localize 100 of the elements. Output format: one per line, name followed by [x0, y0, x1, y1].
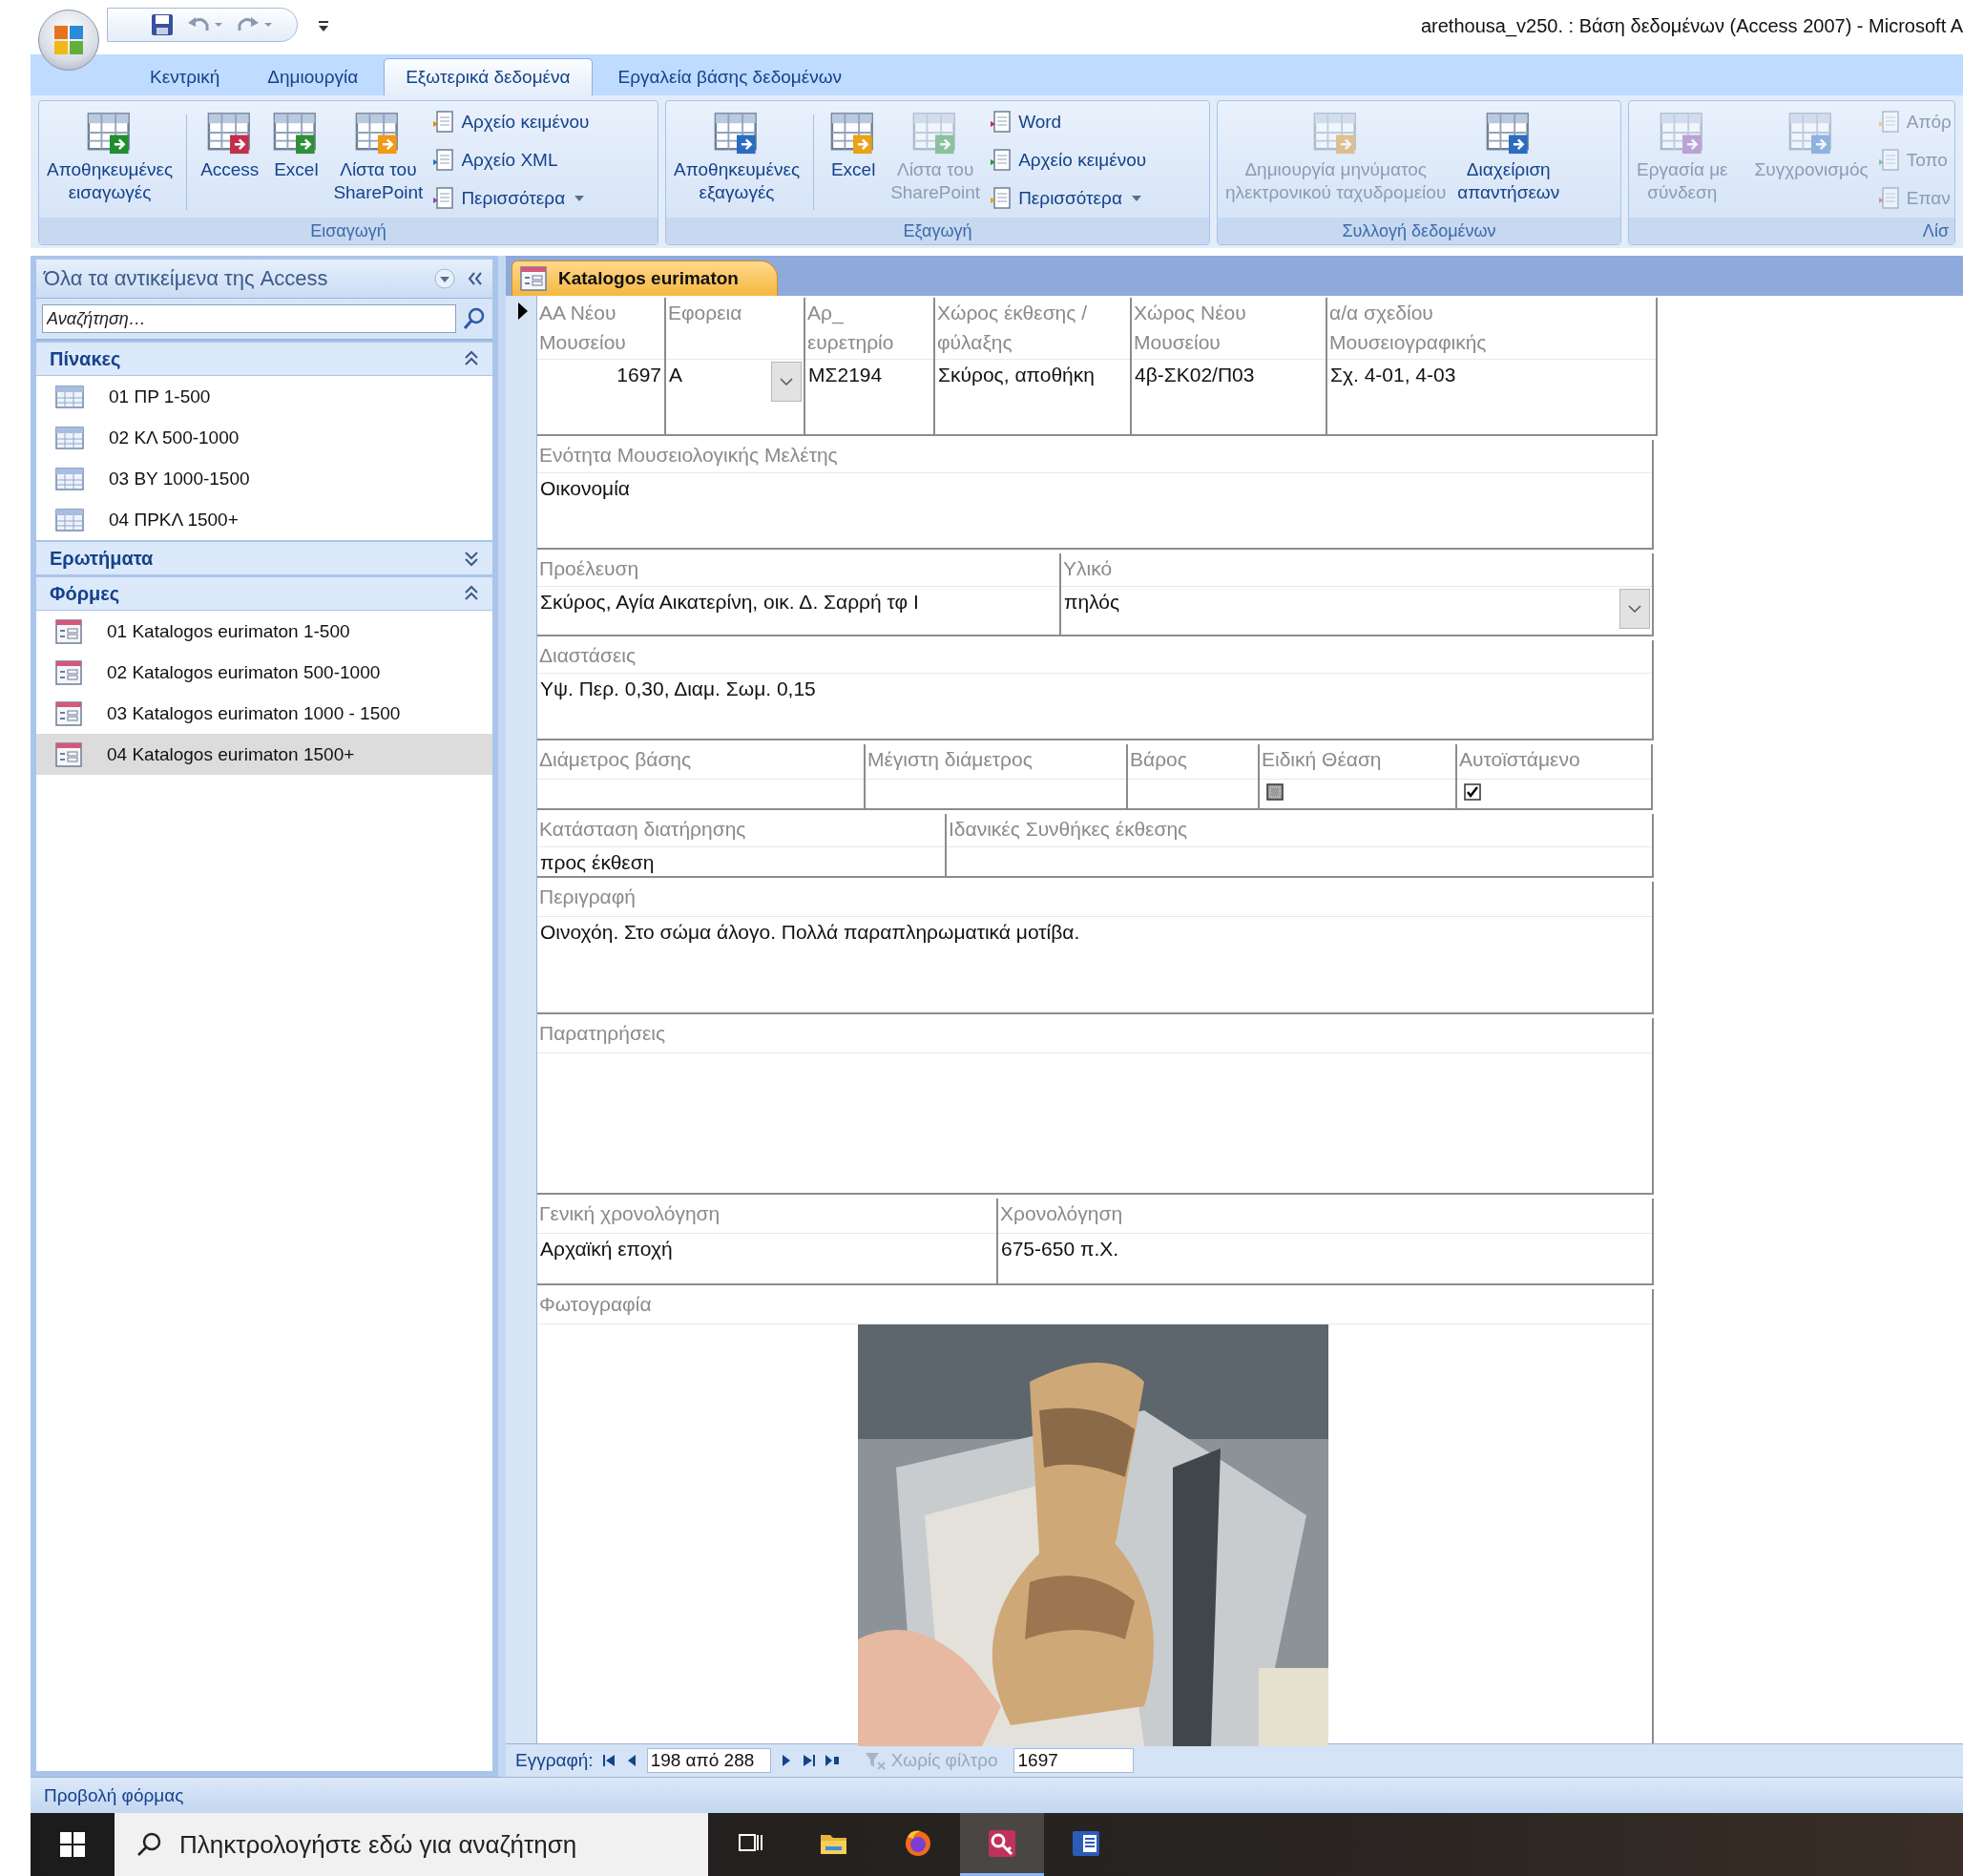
group-header[interactable]: Ερωτήματα	[36, 540, 492, 575]
field-label: Εφορεια	[667, 301, 742, 325]
ribbon-button[interactable]: Excel	[824, 105, 884, 183]
field-label: Φωτογραφία	[538, 1292, 652, 1317]
text-field[interactable]: προς έκθεση	[537, 847, 945, 876]
chevron-icon	[464, 585, 479, 602]
table-icon	[55, 385, 84, 408]
chevron-icon	[1628, 604, 1641, 614]
ribbon-button[interactable]: Διαχείριση απαντήσεων	[1453, 105, 1564, 206]
filter-icon	[864, 1751, 886, 1770]
field-label: Κατάσταση διατήρησης	[538, 817, 746, 842]
field-label: Περιγραφή	[538, 885, 637, 909]
group-header[interactable]: Φόρμες	[36, 575, 492, 611]
nav-item[interactable]: 04 ΠΡΚΛ 1500+	[36, 499, 492, 540]
form-icon	[520, 266, 547, 291]
text-field[interactable]: Αρχαϊκή εποχή	[537, 1234, 996, 1283]
chevron-icon	[464, 550, 479, 567]
new-record-icon[interactable]	[824, 1753, 840, 1768]
text-field[interactable]: Σχ. 4-01, 4-03	[1327, 360, 1656, 434]
text-field[interactable]: Οινοχόη. Στο σώμα άλογο. Πολλά παραπληρωματικά μοτίβα.	[537, 917, 1652, 1012]
ribbon-button[interactable]: Περισσότερα	[988, 181, 1149, 216]
search-placeholder: Πληκτρολογήστε εδώ για αναζήτηση	[179, 1829, 577, 1860]
table-icon	[55, 467, 84, 490]
caret-icon	[1131, 196, 1141, 201]
checkbox[interactable]	[1266, 783, 1284, 801]
combo-field[interactable]: Α	[666, 360, 804, 434]
first-record-icon[interactable]	[600, 1753, 616, 1768]
field-label: Υλικό	[1062, 556, 1113, 581]
save-icon[interactable]	[150, 12, 175, 37]
window-title: arethousa_v250. : Βάση δεδομένων (Access 2007) - Microsoft A	[1420, 15, 1963, 37]
form-icon	[55, 700, 82, 726]
dropdown-icon[interactable]	[433, 267, 456, 290]
checkbox[interactable]	[1464, 783, 1481, 801]
record-position-field[interactable]: 198 από 288	[646, 1748, 771, 1773]
text-field[interactable]: Οικονομία	[537, 473, 1652, 548]
text-field[interactable]: Υψ. Περ. 0,30, Διαμ. Σωμ. 0,15	[537, 674, 1652, 739]
text-field[interactable]: ΜΣ2194	[805, 360, 933, 434]
text-field[interactable]: 675-650 π.Χ.	[998, 1234, 1652, 1283]
ribbon-button[interactable]: Word	[988, 105, 1149, 139]
text-field[interactable]: 1697	[537, 360, 664, 434]
ribbon-button[interactable]: Αποθηκευμένες εισαγωγές	[43, 105, 178, 206]
record-label: Εγγραφή:	[515, 1750, 594, 1771]
ribbon-tab[interactable]: Κεντρική	[128, 58, 242, 95]
ribbon-button[interactable]: Αποθηκευμένες εξαγωγές	[670, 105, 804, 206]
ribbon-tab[interactable]: Δημιουργία	[245, 58, 381, 95]
caret-icon	[574, 196, 585, 201]
search-field[interactable]: Πληκτρολογήστε εδώ για αναζήτηση	[115, 1813, 708, 1876]
field-label: Αρ_ ευρετηρίο	[806, 301, 894, 355]
ribbon-button[interactable]: Περισσότερα	[430, 181, 592, 216]
taskbar-button[interactable]	[960, 1813, 1044, 1876]
field-label: Χώρος Νέου Μουσείου	[1133, 301, 1246, 355]
text-field[interactable]: Σκύρος, Αγία Αικατερίνη, οικ. Δ. Σαρρή τφ Ι	[537, 587, 1059, 635]
field-label: Διάμετρος βάσης	[538, 747, 692, 772]
field-label: Γενική χρονολόγηση	[538, 1201, 720, 1226]
ribbon-button[interactable]: Αρχείο XML	[430, 143, 592, 177]
nav-item[interactable]: 03 Katalogos eurimaton 1000 - 1500	[36, 693, 492, 734]
text-field[interactable]: 4β-ΣΚ02/Π03	[1132, 360, 1326, 434]
windows-icon	[58, 1830, 87, 1859]
search-icon[interactable]	[462, 306, 487, 331]
field-label: Βάρος	[1129, 747, 1187, 772]
nav-item[interactable]: 03 ΒΥ 1000-1500	[36, 458, 492, 499]
nav-item[interactable]: 02 ΚΛ 500-1000	[36, 417, 492, 458]
pane-title: Όλα τα αντικείμενα της Access	[44, 266, 329, 291]
group-label: Εξαγωγή	[666, 218, 1209, 244]
field-label: Αυτοϊστάμενο	[1458, 747, 1580, 772]
form-icon	[55, 659, 82, 685]
ribbon-button[interactable]: Λίστα του SharePoint	[329, 105, 428, 206]
chevron-icon	[464, 350, 479, 367]
nav-item[interactable]: 02 Katalogos eurimaton 500-1000	[36, 652, 492, 693]
group-header[interactable]: Πίνακες	[36, 341, 492, 376]
combo-field[interactable]: πηλός	[1061, 587, 1652, 635]
last-record-icon[interactable]	[801, 1753, 817, 1768]
ribbon-tab[interactable]: Εξωτερικά δεδομένα	[384, 58, 593, 95]
ribbon-button[interactable]: Αρχείο κειμένου	[430, 105, 592, 139]
table-icon	[55, 508, 84, 532]
field-label: α/α σχεδίου Μουσειογραφικής	[1328, 301, 1487, 355]
ribbon-tab[interactable]: Εργαλεία βάσης δεδομένων	[595, 58, 865, 95]
table-icon	[55, 426, 84, 449]
record-pointer-icon	[517, 302, 529, 321]
nav-item[interactable]: 01 Katalogos eurimaton 1-500	[36, 611, 492, 652]
field-label: Παρατηρήσεις	[538, 1021, 666, 1046]
text-field[interactable]: Σκύρος, αποθήκη	[935, 360, 1130, 434]
ribbon-button[interactable]: Excel	[266, 105, 326, 183]
group-label: Λίσ	[1629, 218, 1954, 244]
search-field[interactable]: 1697	[1013, 1748, 1134, 1773]
form-icon	[55, 618, 82, 644]
logo	[52, 23, 86, 57]
document-tab[interactable]: Katalogos eurimaton	[512, 261, 778, 296]
nav-item[interactable]: 01 ΠΡ 1-500	[36, 376, 492, 417]
field-label: Ενότητα Μουσειολογικής Μελέτης	[538, 443, 838, 468]
group-label: Συλλογή δεδομένων	[1218, 218, 1620, 244]
field-label: Ιδανικές Συνθήκες έκθεσης	[948, 817, 1188, 842]
field-label: Χρονολόγηση	[999, 1201, 1123, 1226]
chevron-icon	[780, 377, 793, 386]
field-label: Προέλευση	[538, 556, 639, 581]
nav-item[interactable]: 04 Katalogos eurimaton 1500+	[36, 734, 492, 775]
ribbon-button[interactable]: Access	[197, 105, 263, 183]
form-icon	[55, 741, 82, 767]
ribbon-button[interactable]: Αρχείο κειμένου	[988, 143, 1149, 177]
group-label: Εισαγωγή	[39, 218, 658, 244]
